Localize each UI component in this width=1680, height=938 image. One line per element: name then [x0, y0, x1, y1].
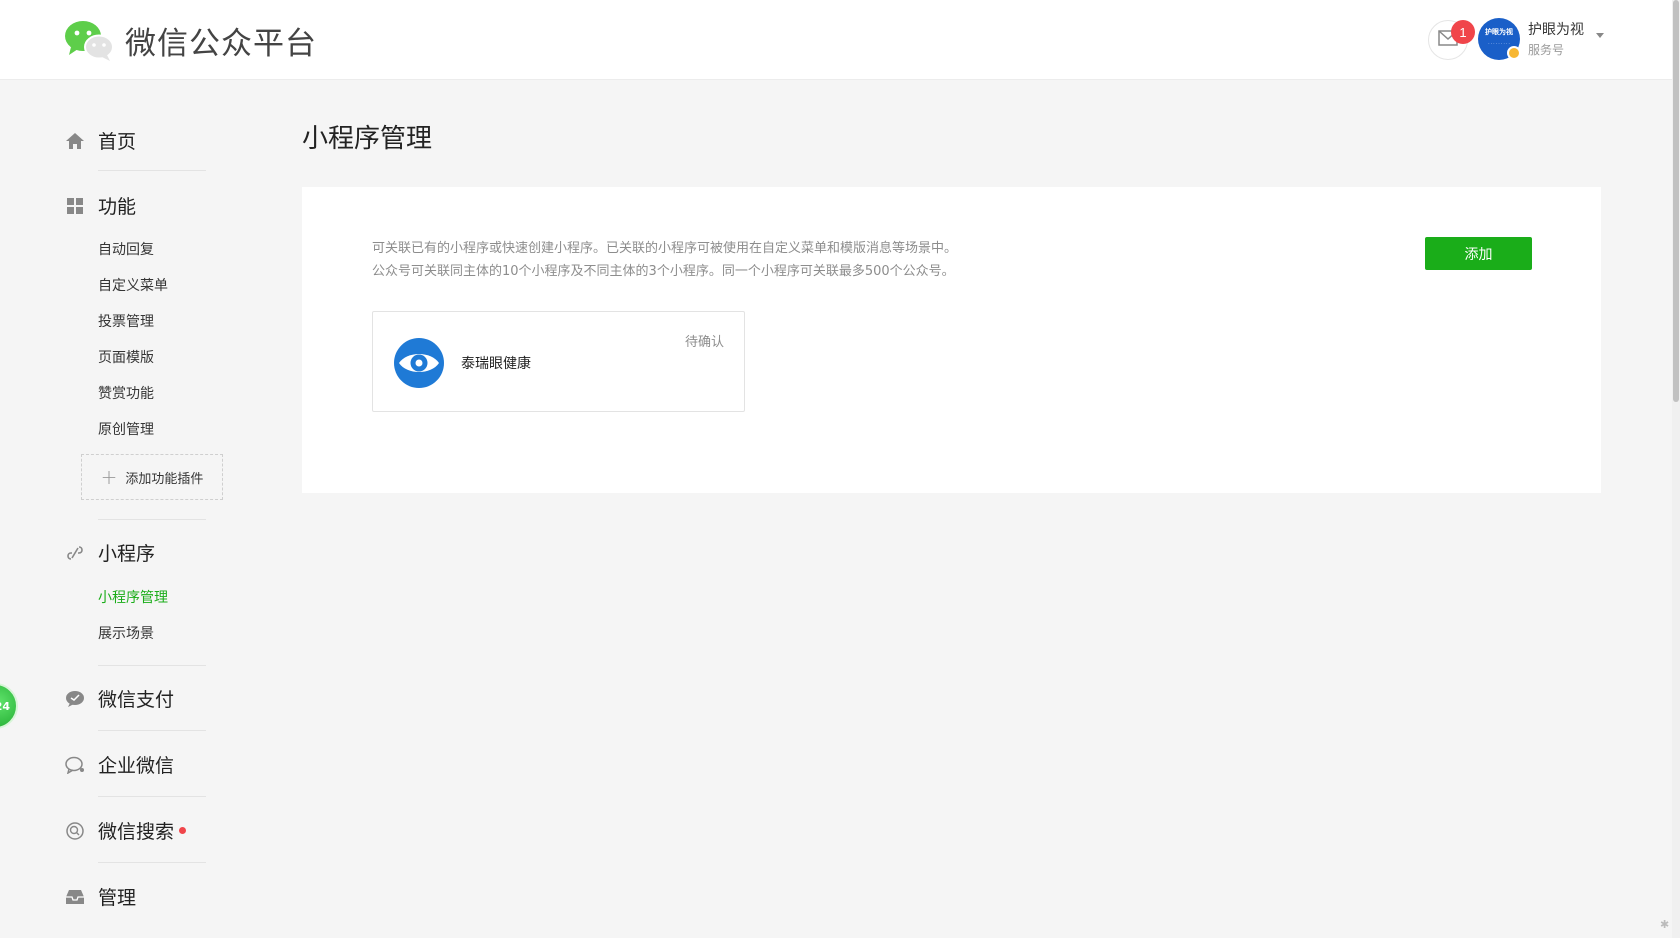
sidebar-subitem-original[interactable]: 原创管理 — [98, 419, 154, 439]
account-type: 服务号 — [1528, 43, 1565, 57]
intro-line: 公众号可关联同主体的10个小程序及不同主体的3个小程序。同一个小程序可关联最多5… — [372, 264, 955, 279]
inbox-icon — [64, 886, 86, 908]
grid-icon — [64, 195, 86, 217]
sidebar-item-wechat-search[interactable]: 微信搜索 — [64, 817, 187, 844]
sidebar-item-function[interactable]: 功能 — [64, 192, 136, 219]
sidebar-subitem-auto-reply[interactable]: 自动回复 — [98, 239, 154, 259]
miniprogram-name: 泰瑞眼健康 — [461, 356, 531, 372]
message-count-badge: 1 — [1451, 20, 1475, 44]
search-icon — [64, 820, 86, 842]
sidebar-item-manage[interactable]: 管理 — [64, 883, 136, 910]
sidebar-item-wechat-pay[interactable]: 微信支付 — [64, 685, 174, 712]
sidebar-item-label: 管理 — [98, 887, 137, 909]
chevron-down-icon[interactable] — [1596, 33, 1604, 38]
page-title: 小程序管理 — [302, 124, 433, 154]
sidebar-item-label: 功能 — [98, 196, 137, 218]
add-plugin-button[interactable]: + 添加功能插件 — [81, 454, 223, 500]
eye-logo-icon — [393, 337, 445, 389]
sidebar-divider — [98, 665, 206, 666]
intro-text: 可关联已有的小程序或快速创建小程序。已关联的小程序可被使用在自定义菜单和模版消息… — [372, 237, 957, 283]
plus-icon: + — [100, 465, 118, 489]
sidebar-subitem-display-scene[interactable]: 展示场景 — [98, 623, 154, 643]
miniprogram-card[interactable]: 泰瑞眼健康 待确认 — [372, 311, 745, 412]
new-indicator-dot — [179, 827, 187, 834]
sidebar-subitem-page-template[interactable]: 页面模版 — [98, 347, 154, 367]
sidebar-subitem-miniprogram-manage[interactable]: 小程序管理 — [98, 587, 168, 607]
sidebar-item-label: 微信搜索 — [98, 821, 175, 843]
sidebar-subitem-custom-menu[interactable]: 自定义菜单 — [98, 275, 168, 295]
sidebar-item-home[interactable]: 首页 — [64, 127, 136, 154]
miniprogram-panel: 可关联已有的小程序或快速创建小程序。已关联的小程序可被使用在自定义菜单和模版消息… — [302, 187, 1601, 493]
sidebar-item-miniprogram[interactable]: 小程序 — [64, 539, 155, 566]
sidebar-item-label: 小程序 — [98, 543, 156, 565]
home-icon — [64, 130, 86, 152]
sidebar-divider — [98, 862, 206, 863]
sidebar-subitem-reward[interactable]: 赞赏功能 — [98, 383, 154, 403]
sidebar-divider — [98, 519, 206, 520]
brand-title: 微信公众平台 — [125, 26, 317, 62]
sidebar-item-enterprise-wechat[interactable]: 企业微信 — [64, 751, 174, 778]
brand[interactable]: 微信公众平台 — [63, 18, 317, 63]
add-miniprogram-button[interactable]: 添加 — [1425, 237, 1532, 270]
sidebar-divider — [98, 730, 206, 731]
pin-icon: ✱ — [1660, 918, 1670, 931]
account-name[interactable]: 护眼为视 — [1528, 19, 1584, 39]
sidebar-item-label: 微信支付 — [98, 689, 175, 711]
chat-bubble-icon — [64, 688, 86, 710]
sidebar-divider — [98, 170, 206, 171]
account-avatar[interactable]: 护眼为视 · · · · · · · · · — [1478, 18, 1521, 60]
wechat-logo-icon — [63, 19, 115, 63]
link-icon — [64, 542, 86, 564]
verified-icon — [1507, 46, 1521, 60]
sidebar-divider — [98, 796, 206, 797]
status-badge: 待确认 — [684, 335, 724, 350]
top-header: 微信公众平台 1 护眼为视 · · · · · · · · · 护眼为视 服务号 — [0, 0, 1680, 80]
scrollbar-thumb[interactable] — [1673, 0, 1679, 402]
add-plugin-label: 添加功能插件 — [125, 471, 204, 487]
sidebar-item-label: 首页 — [98, 131, 137, 153]
intro-line: 可关联已有的小程序或快速创建小程序。已关联的小程序可被使用在自定义菜单和模版消息… — [372, 241, 958, 256]
avatar-text: 护眼为视 — [1485, 28, 1513, 36]
sidebar: 首页 功能 自动回复 自定义菜单 投票管理 页面模版 赞赏功能 原创管理 + 添… — [0, 80, 260, 938]
sidebar-item-label: 企业微信 — [98, 755, 175, 777]
enterprise-chat-icon — [64, 754, 86, 776]
sidebar-subitem-vote[interactable]: 投票管理 — [98, 311, 154, 331]
